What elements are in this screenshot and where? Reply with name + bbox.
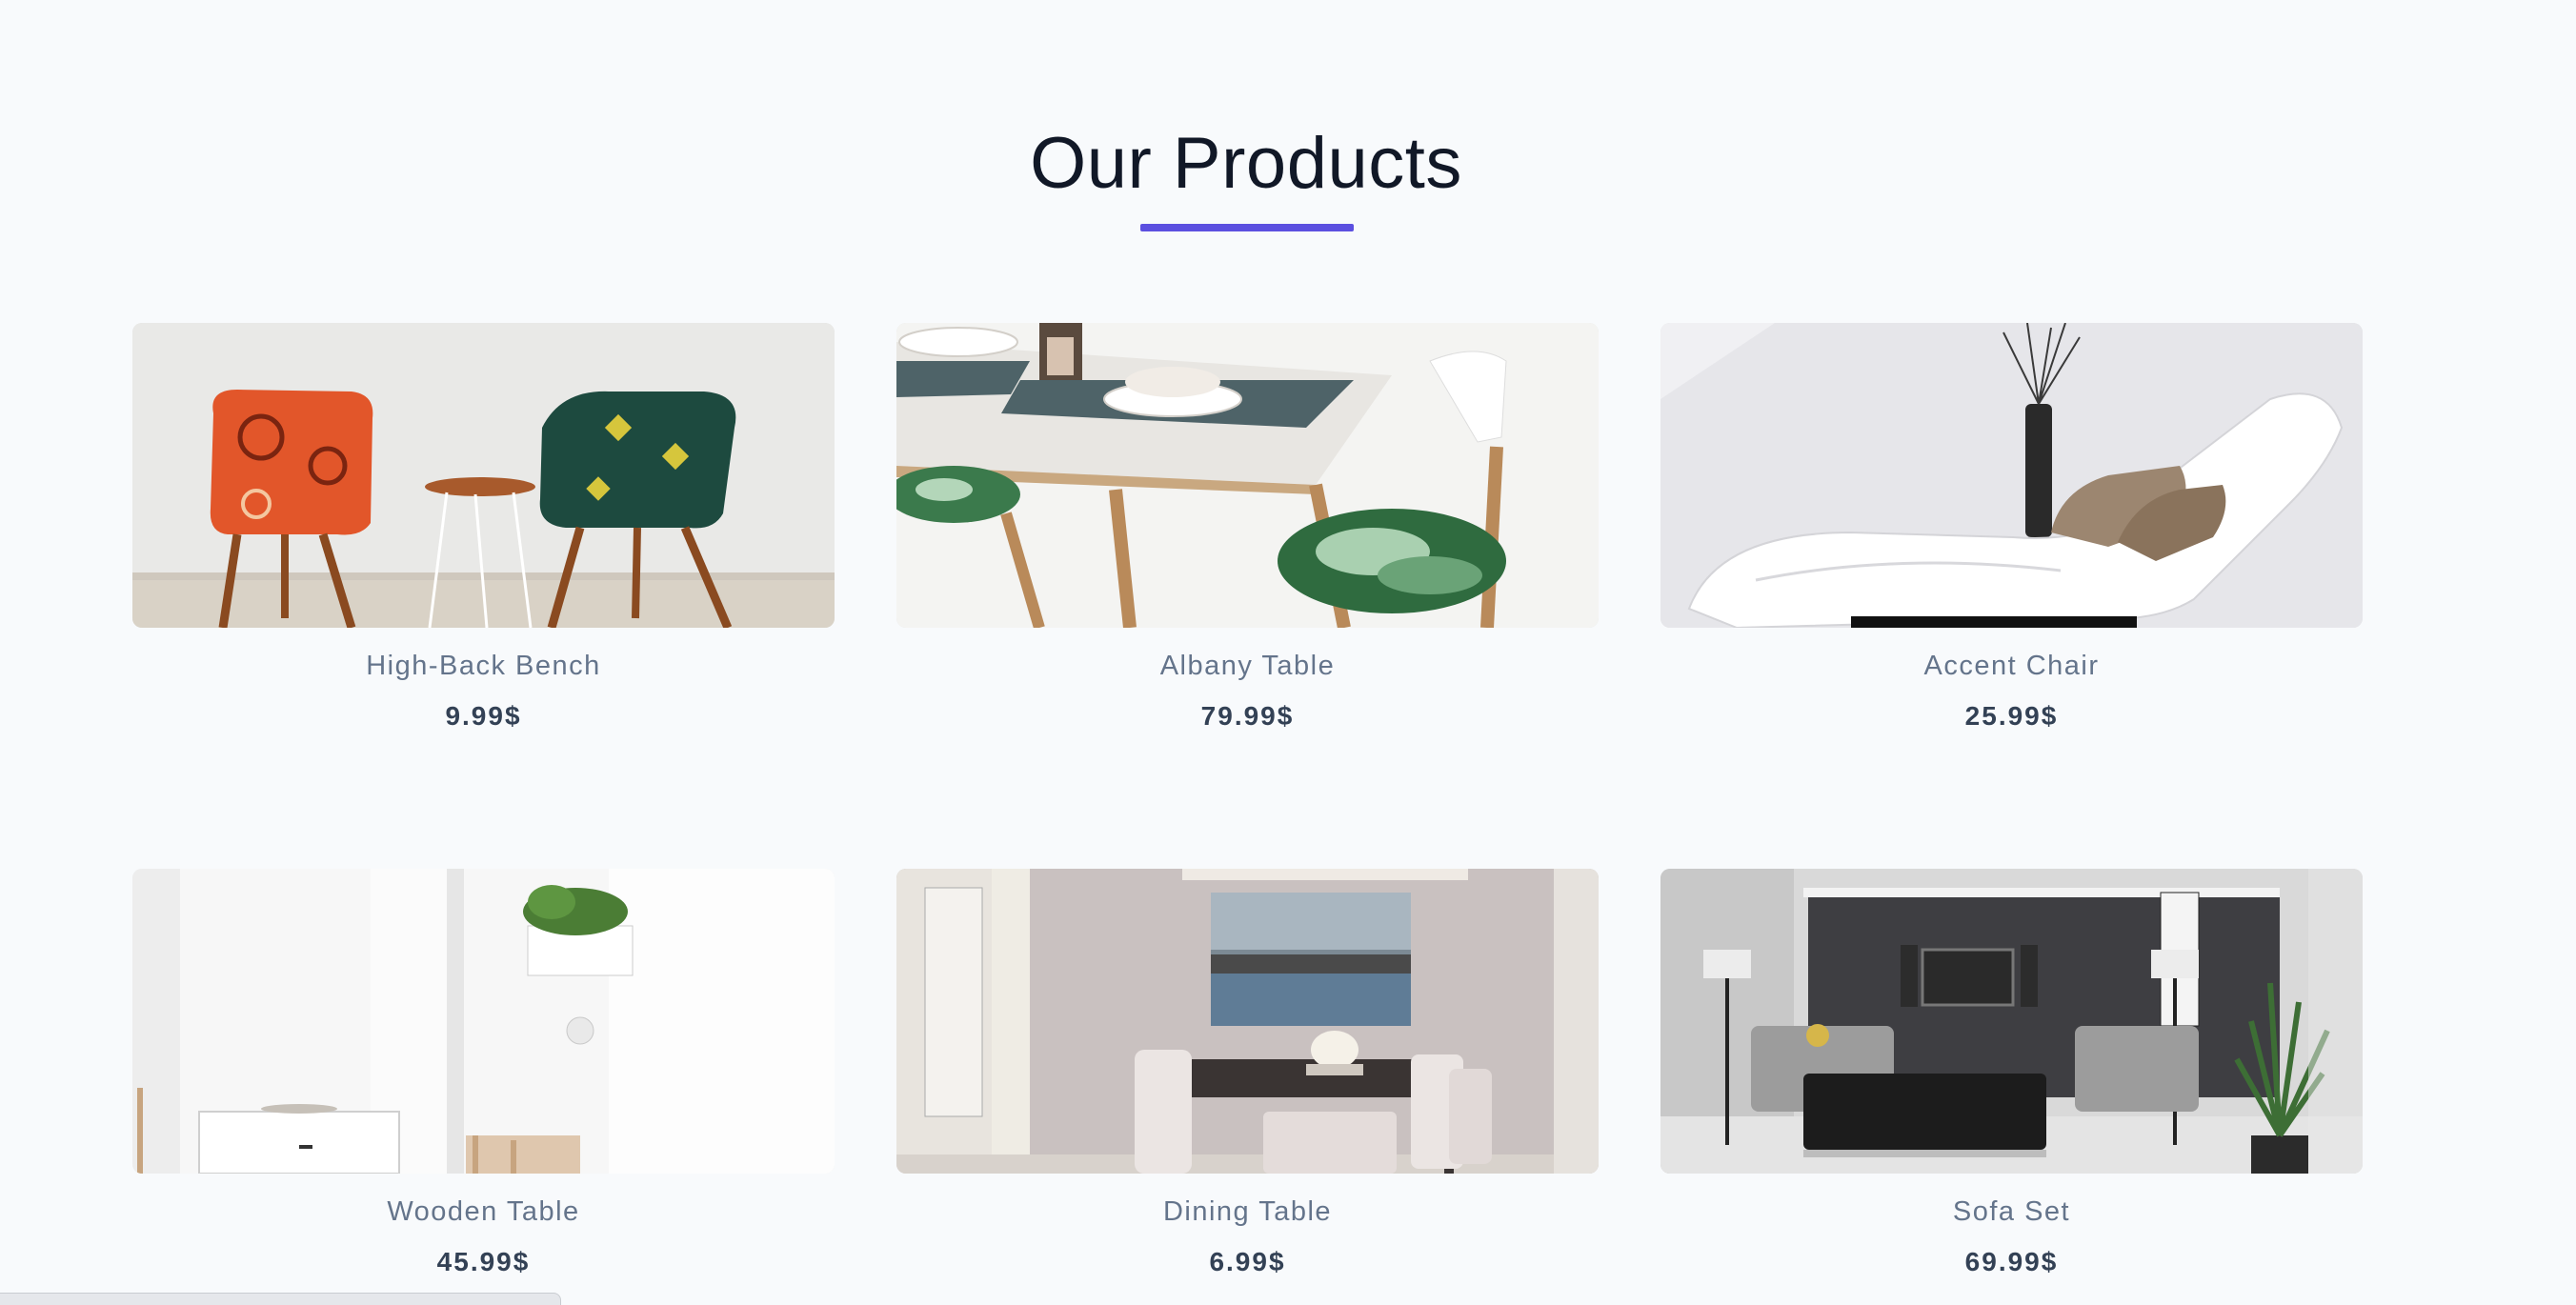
white-room-with-plant-photo — [132, 869, 835, 1174]
section-title: Our Products — [1030, 123, 1462, 204]
product-card[interactable]: High-Back Bench 9.99$ — [132, 323, 835, 732]
dining-table-with-plates-photo — [896, 323, 1599, 628]
product-image[interactable] — [1660, 323, 2363, 628]
product-price: 9.99$ — [445, 701, 522, 731]
product-name[interactable]: Albany Table — [896, 651, 1599, 682]
product-name[interactable]: High-Back Bench — [132, 651, 835, 682]
living-room-sofa-photo — [1660, 869, 2363, 1174]
title-underline — [1140, 224, 1354, 231]
product-name[interactable]: Sofa Set — [1660, 1196, 2363, 1228]
bottom-scrollbar[interactable] — [0, 1293, 561, 1305]
product-card[interactable]: Wooden Table 45.99$ — [132, 869, 835, 1277]
product-price: 6.99$ — [1209, 1247, 1286, 1276]
product-card[interactable]: Accent Chair 25.99$ — [1660, 323, 2363, 732]
product-image[interactable] — [896, 869, 1599, 1174]
product-grid: High-Back Bench 9.99$ Albany Table 79.99… — [132, 323, 2363, 1277]
product-price: 69.99$ — [1964, 1247, 2059, 1276]
product-price: 25.99$ — [1964, 701, 2059, 731]
dining-room-photo — [896, 869, 1599, 1174]
product-card[interactable]: Sofa Set 69.99$ — [1660, 869, 2363, 1277]
product-price: 45.99$ — [436, 1247, 531, 1276]
product-image[interactable] — [132, 323, 835, 628]
product-name[interactable]: Accent Chair — [1660, 651, 2363, 682]
product-image[interactable] — [1660, 869, 2363, 1174]
product-price: 79.99$ — [1200, 701, 1295, 731]
product-image[interactable] — [896, 323, 1599, 628]
product-card[interactable]: Albany Table 79.99$ — [896, 323, 1599, 732]
two-patterned-chairs-photo — [132, 323, 835, 628]
product-name[interactable]: Dining Table — [896, 1196, 1599, 1228]
product-name[interactable]: Wooden Table — [132, 1196, 835, 1228]
product-card[interactable]: Dining Table 6.99$ — [896, 869, 1599, 1277]
product-image[interactable] — [132, 869, 835, 1174]
white-lounge-chair-photo — [1660, 323, 2363, 628]
